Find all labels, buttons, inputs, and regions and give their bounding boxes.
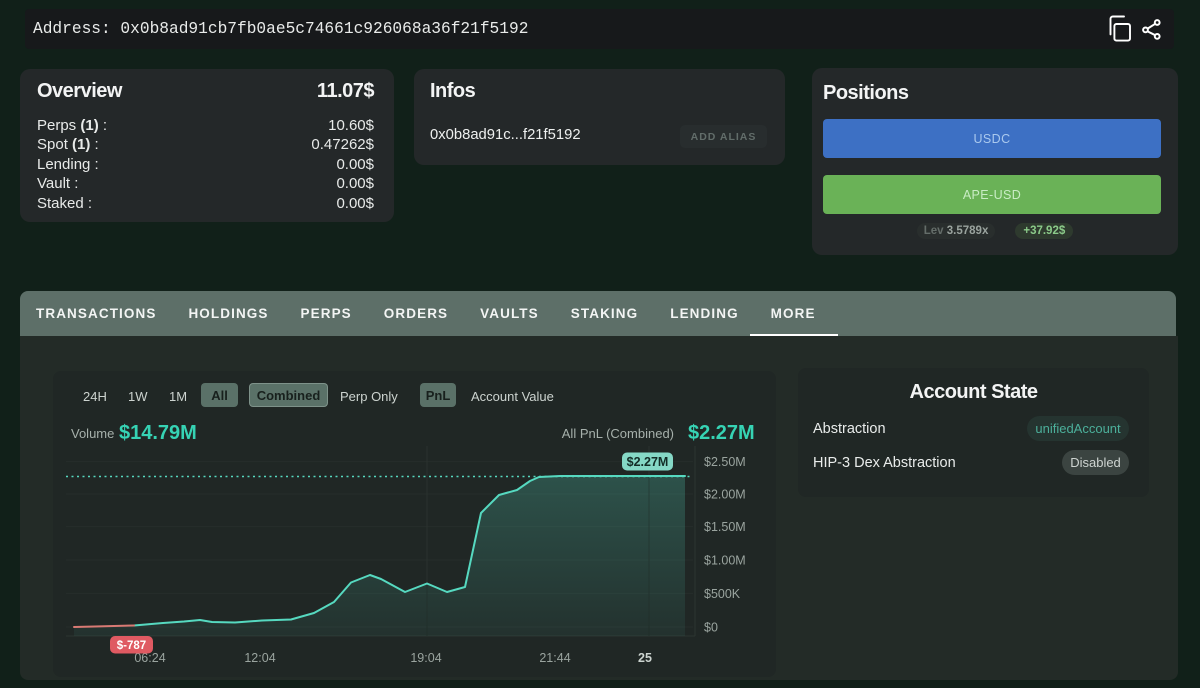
- svg-text:$-787: $-787: [117, 640, 146, 652]
- svg-text:12:04: 12:04: [244, 651, 275, 665]
- svg-text:$1.50M: $1.50M: [704, 520, 746, 534]
- svg-text:$2.27M: $2.27M: [627, 455, 669, 469]
- svg-text:$0: $0: [704, 620, 718, 634]
- svg-text:25: 25: [638, 651, 652, 665]
- svg-text:$1.00M: $1.00M: [704, 553, 746, 567]
- svg-text:21:44: 21:44: [539, 651, 570, 665]
- svg-text:$2.50M: $2.50M: [704, 455, 746, 469]
- svg-text:$500K: $500K: [704, 587, 741, 601]
- svg-text:$2.00M: $2.00M: [704, 487, 746, 501]
- svg-text:19:04: 19:04: [410, 651, 441, 665]
